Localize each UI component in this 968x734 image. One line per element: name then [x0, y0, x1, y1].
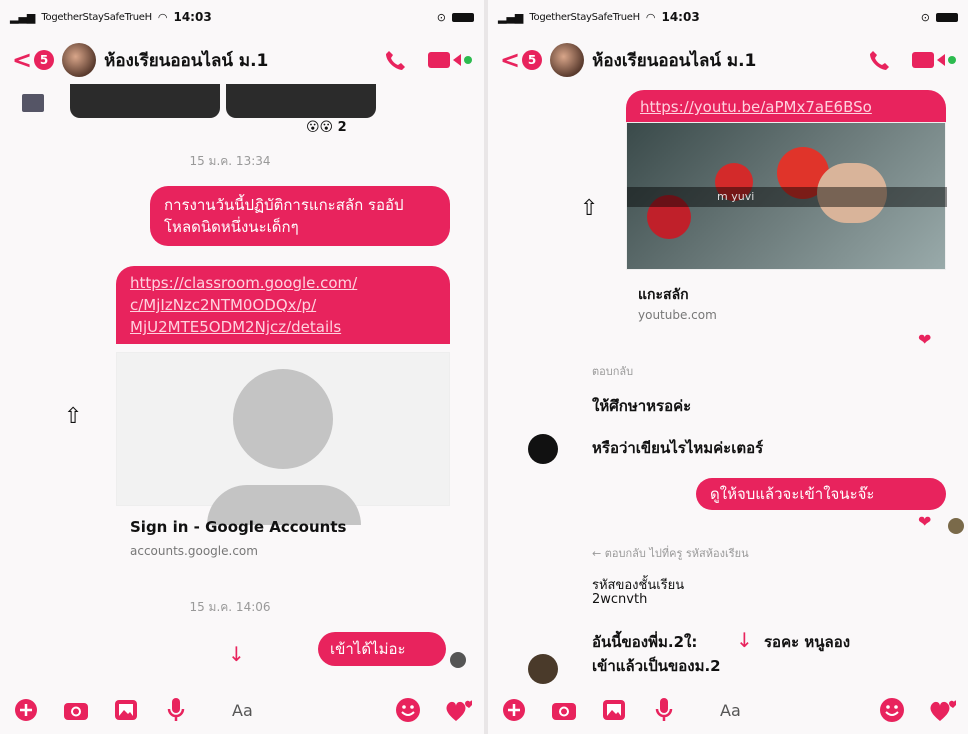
youtube-link[interactable]: https://youtu.be/aPMx7aE6BSo: [640, 98, 872, 116]
link-bubble[interactable]: https://classroom.google.com/ c/MjIzNzc2…: [116, 266, 450, 344]
message-text[interactable]: เข้าแล้วเป็นของม.2: [592, 654, 721, 678]
phone-call-icon[interactable]: [866, 47, 892, 73]
preview-title[interactable]: Sign in - Google Accounts: [130, 518, 346, 536]
back-button[interactable]: <5: [12, 46, 55, 74]
message-input[interactable]: Aa: [212, 701, 372, 720]
signal-icon: ▂▄▆: [498, 10, 524, 24]
video-thumbnail[interactable]: m yuvi: [626, 122, 947, 270]
online-dot: [948, 56, 956, 64]
chat-header: <5 ห้องเรียนออนไลน์ ม.1: [0, 34, 484, 86]
phone-call-icon[interactable]: [382, 47, 408, 73]
preview-domain: youtube.com: [638, 308, 717, 322]
plus-icon[interactable]: [12, 696, 40, 724]
link-bubble[interactable]: https://youtu.be/aPMx7aE6BSo: [626, 90, 946, 124]
message-bubble[interactable]: การงานวันนี้ปฏิบัติการแกะสลัก รออัปโหลดน…: [150, 186, 450, 246]
code-value[interactable]: 2wcnvth: [592, 592, 647, 607]
status-bar: ▂▄▆ TogetherStaySafeTrueH ◠ 14:03 ⊙: [10, 8, 474, 26]
left-screen: ▂▄▆ TogetherStaySafeTrueH ◠ 14:03 ⊙ <5 ห…: [0, 0, 484, 734]
microphone-icon[interactable]: [650, 696, 678, 724]
profile-placeholder-icon: [233, 369, 333, 469]
message-text[interactable]: หรือว่าเขียนไรไหมค่ะเตอร์: [592, 436, 763, 460]
emoji-icon[interactable]: [394, 696, 422, 724]
carrier-name: TogetherStaySafeTrueH: [529, 11, 640, 23]
message-text[interactable]: รอคะ หนูลอง: [764, 630, 850, 654]
link-line[interactable]: https://classroom.google.com/: [130, 272, 436, 294]
group-name[interactable]: ห้องเรียนออนไลน์ ม.1: [592, 47, 756, 74]
clock: 14:03: [661, 10, 700, 24]
reply-label: ตอบกลับ: [592, 365, 634, 378]
reaction-summary[interactable]: 😮😮 2: [306, 120, 347, 135]
wifi-icon: ◠: [645, 10, 656, 24]
hearts-icon[interactable]: [444, 696, 472, 724]
clock: 14:03: [173, 10, 212, 24]
message-input[interactable]: Aa: [700, 701, 856, 720]
reply-note: ← ตอบกลับ ไปที่ครู รหัสห้องเรียน: [592, 547, 749, 560]
unread-badge: 5: [34, 50, 55, 70]
message-text[interactable]: ให้ศึกษาหรอค่ะ: [592, 394, 691, 418]
read-receipt-avatar: [948, 518, 964, 534]
video-call-icon[interactable]: [912, 52, 956, 68]
alarm-icon: ⊙: [920, 10, 930, 24]
camera-icon[interactable]: [62, 696, 90, 724]
group-name[interactable]: ห้องเรียนออนไลน์ ม.1: [104, 47, 268, 74]
image-attachment[interactable]: [226, 84, 376, 118]
chat-header: <5 ห้องเรียนออนไลน์ ม.1: [488, 34, 968, 86]
group-avatar[interactable]: [550, 43, 585, 77]
wifi-icon: ◠: [157, 10, 168, 24]
video-overlay-text: m yuvi: [627, 187, 947, 207]
preview-domain: accounts.google.com: [130, 544, 258, 558]
message-text[interactable]: อันนี้ของพี่ม.2ใ:: [592, 630, 697, 654]
battery-icon: [452, 12, 474, 22]
read-receipt-avatar: [450, 652, 466, 668]
camera-icon[interactable]: [550, 696, 578, 724]
preview-title[interactable]: แกะสลัก: [638, 284, 689, 306]
timestamp: 15 ม.ค. 13:34: [189, 154, 271, 168]
share-icon[interactable]: ⇧: [64, 404, 82, 429]
reaction-count: 2: [337, 120, 347, 135]
microphone-icon[interactable]: [162, 696, 190, 724]
message-bubble[interactable]: เข้าได้ไม่อะ: [318, 632, 446, 666]
link-line[interactable]: c/MjIzNzc2NTM0ODQx/p/: [130, 294, 436, 316]
battery-icon: [936, 12, 958, 22]
back-button[interactable]: <5: [500, 46, 543, 74]
unread-badge: 5: [522, 50, 543, 70]
gallery-icon[interactable]: [600, 696, 628, 724]
message-bubble[interactable]: ดูให้จบแล้วจะเข้าใจนะจ๊ะ: [696, 478, 946, 510]
video-call-icon[interactable]: [428, 52, 472, 68]
heart-reaction-icon[interactable]: ❤: [918, 330, 931, 349]
gallery-icon[interactable]: [112, 696, 140, 724]
scroll-down-arrow-icon[interactable]: ↓: [736, 628, 753, 652]
image-attachment[interactable]: [70, 84, 220, 118]
group-avatar[interactable]: [62, 43, 97, 77]
chevron-left-icon: <: [12, 46, 33, 74]
online-dot: [464, 56, 472, 64]
composer-bar: Aa: [0, 686, 484, 734]
scroll-down-arrow-icon[interactable]: ↓: [228, 642, 245, 666]
composer-bar: Aa: [488, 686, 968, 734]
status-bar: ▂▄▆ TogetherStaySafeTrueH ◠ 14:03 ⊙: [498, 8, 958, 26]
sender-avatar[interactable]: [528, 434, 558, 464]
link-line[interactable]: MjU2MTE5ODM2Njcz/details: [130, 316, 436, 338]
heart-reaction-icon[interactable]: ❤: [918, 512, 931, 531]
share-icon[interactable]: ⇧: [580, 196, 598, 221]
alarm-icon: ⊙: [436, 10, 446, 24]
link-preview-image[interactable]: [116, 352, 450, 525]
sender-avatar[interactable]: [22, 94, 44, 112]
signal-icon: ▂▄▆: [10, 10, 36, 24]
emoji-icon[interactable]: [878, 696, 906, 724]
right-screen: ▂▄▆ TogetherStaySafeTrueH ◠ 14:03 ⊙ <5 ห…: [488, 0, 968, 734]
carrier-name: TogetherStaySafeTrueH: [41, 11, 152, 23]
plus-icon[interactable]: [500, 696, 528, 724]
timestamp: 15 ม.ค. 14:06: [189, 600, 271, 614]
hearts-icon[interactable]: [928, 696, 956, 724]
sender-avatar[interactable]: [528, 654, 558, 684]
chevron-left-icon: <: [500, 46, 521, 74]
emoji-reaction-icon: 😮😮: [306, 120, 334, 135]
